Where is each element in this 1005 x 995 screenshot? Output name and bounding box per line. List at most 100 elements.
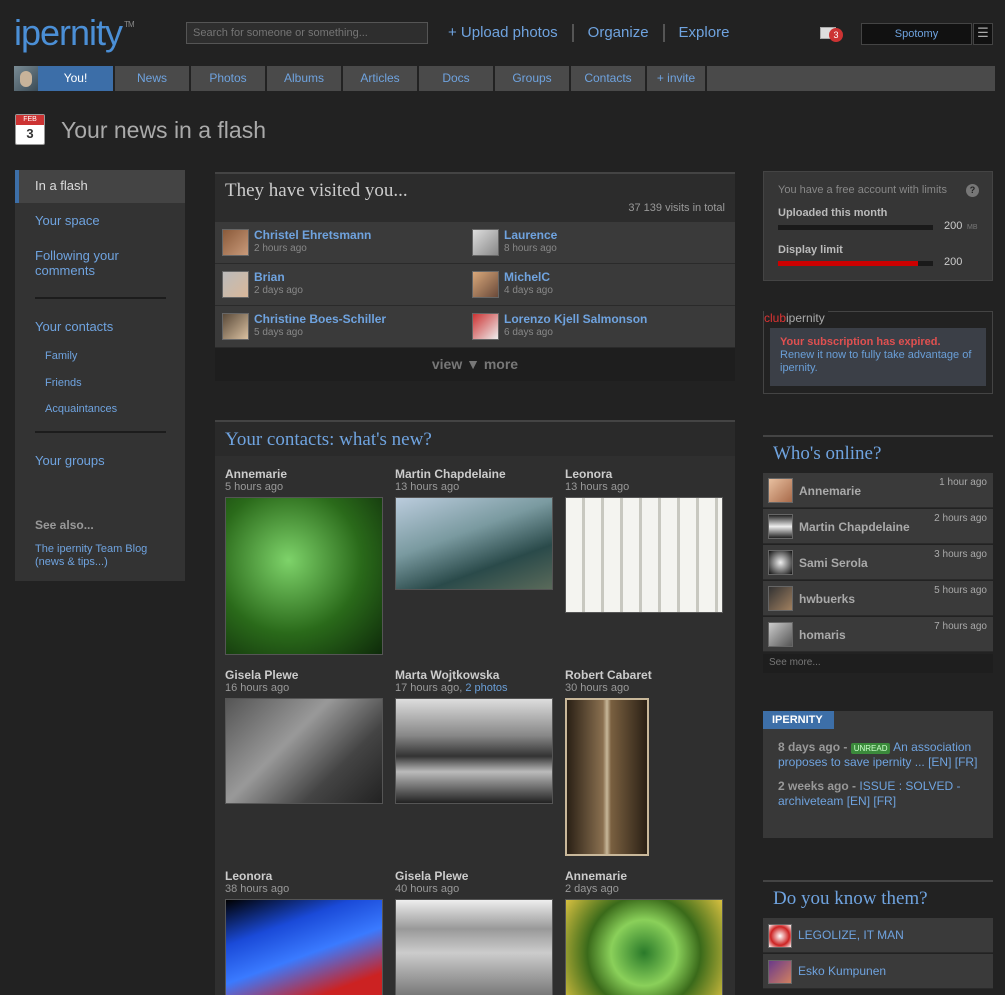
avatar[interactable] [768,960,792,984]
online-user-row[interactable]: hwbuerks 5 hours ago [763,581,993,616]
avatar[interactable] [222,271,249,298]
online-user-row[interactable]: homaris 7 hours ago [763,617,993,652]
photo-author[interactable]: Leonora [565,467,612,481]
sidebar-item-following-comments[interactable]: Following your comments [35,248,155,278]
display-limit-value: 200 [944,256,963,268]
online-user-row[interactable]: Martin Chapdelaine 2 hours ago [763,509,993,544]
news-item[interactable]: 8 days ago - UNREAD An association propo… [778,740,983,770]
visitor-item[interactable]: Lorenzo Kjell Salmonson 6 days ago [465,306,735,347]
avatar[interactable] [768,622,793,647]
menu-icon[interactable]: ☰ [973,23,993,45]
user-avatar[interactable] [14,66,38,91]
photo-author[interactable]: Robert Cabaret [565,668,652,682]
tab-invite[interactable]: + invite [647,66,707,91]
explore-link[interactable]: Explore [662,24,744,42]
suggested-contact-row[interactable]: Esko Kumpunen [763,954,993,989]
visitor-item[interactable]: Brian 2 days ago [215,264,475,305]
photo-thumbnail[interactable] [395,698,553,804]
online-user-row[interactable]: Sami Serola 3 hours ago [763,545,993,580]
visitor-name[interactable]: MichelC [504,270,550,284]
avatar[interactable] [472,229,499,256]
photo-thumbnail[interactable] [565,899,723,995]
team-blog-link[interactable]: The ipernity Team Blog (news & tips...) [35,543,175,569]
photo-author[interactable]: Leonora [225,869,272,883]
view-more-button[interactable]: view ▼ more [215,348,735,381]
user-menu-button[interactable]: Spotomy [861,23,972,45]
tab-articles[interactable]: Articles [343,66,419,91]
photo-thumbnail[interactable] [395,497,553,590]
visitor-item[interactable]: MichelC 4 days ago [465,264,735,305]
avatar[interactable] [768,514,793,539]
upload-photos-link[interactable]: + Upload photos [448,24,572,42]
visitor-name[interactable]: Laurence [504,228,557,242]
see-more-online-link[interactable]: See more... [763,654,993,673]
sidebar-item-in-a-flash[interactable]: In a flash [15,170,185,203]
organize-link[interactable]: Organize [571,24,663,42]
avatar[interactable] [222,313,249,340]
avatar[interactable] [222,229,249,256]
mail-count-badge[interactable]: 3 [829,28,843,42]
tab-docs[interactable]: Docs [419,66,495,91]
photo-thumbnail[interactable] [225,899,383,995]
sidebar-item-your-contacts[interactable]: Your contacts [35,319,113,334]
tab-news[interactable]: News [115,66,191,91]
online-user-name[interactable]: hwbuerks [799,592,855,606]
visitor-item[interactable]: Laurence 8 hours ago [465,222,735,263]
online-user-name[interactable]: Martin Chapdelaine [799,520,910,534]
photo-author[interactable]: Gisela Plewe [225,668,298,682]
avatar[interactable] [768,478,793,503]
avatar[interactable] [768,924,792,948]
online-user-name[interactable]: Annemarie [799,484,861,498]
avatar[interactable] [768,586,793,611]
suggested-contact-name[interactable]: LEGOLIZE, IT MAN [798,928,904,942]
avatar[interactable] [472,313,499,340]
renew-link[interactable]: Renew it now to fully take advantage of … [780,349,976,375]
photo-time: 40 hours ago [395,883,460,895]
tab-photos[interactable]: Photos [191,66,267,91]
visitor-name[interactable]: Christine Boes-Schiller [254,312,386,326]
visitor-item[interactable]: Christel Ehretsmann 2 hours ago [215,222,475,263]
visitor-time: 5 days ago [254,327,303,338]
visitor-item[interactable]: Christine Boes-Schiller 5 days ago [215,306,475,347]
online-user-row[interactable]: Annemarie 1 hour ago [763,473,993,508]
ipernity-logo[interactable]: ipernity TM [14,12,135,54]
contacts-news-title[interactable]: Your contacts: what's new? [225,429,432,451]
suggested-contacts-panel: Do you know them? LEGOLIZE, IT MAN Esko … [763,880,993,995]
visitor-name[interactable]: Christel Ehretsmann [254,228,371,242]
sidebar-subitem-friends[interactable]: Friends [45,377,82,389]
photo-author[interactable]: Marta Wojtkowska [395,668,499,682]
photo-time: 30 hours ago [565,682,630,694]
photo-thumbnail[interactable] [395,899,553,995]
search-input[interactable] [186,22,428,44]
photo-author[interactable]: Martin Chapdelaine [395,467,506,481]
sidebar-subitem-acquaintances[interactable]: Acquaintances [45,403,117,415]
tab-contacts[interactable]: Contacts [571,66,647,91]
photo-author[interactable]: Gisela Plewe [395,869,468,883]
tab-groups[interactable]: Groups [495,66,571,91]
photo-author[interactable]: Annemarie [565,869,627,883]
visitor-name[interactable]: Lorenzo Kjell Salmonson [504,312,647,326]
suggested-contact-name[interactable]: Esko Kumpunen [798,964,886,978]
online-user-name[interactable]: homaris [799,628,846,642]
photo-author[interactable]: Annemarie [225,467,287,481]
tab-albums[interactable]: Albums [267,66,343,91]
photo-thumbnail[interactable] [565,698,649,856]
photo-thumbnail[interactable] [225,698,383,804]
sidebar-item-your-space[interactable]: Your space [35,213,100,228]
sidebar-item-your-groups[interactable]: Your groups [35,453,105,468]
online-user-name[interactable]: Sami Serola [799,556,868,570]
suggested-contact-row[interactable]: LEGOLIZE, IT MAN [763,918,993,953]
photo-thumbnail[interactable] [565,497,723,613]
sidebar-subitem-family[interactable]: Family [45,350,77,362]
news-tab-label[interactable]: IPERNITY [763,711,834,729]
visitor-name[interactable]: Brian [254,270,285,284]
photo-thumbnail[interactable] [225,497,383,655]
avatar[interactable] [472,271,499,298]
avatar[interactable] [768,550,793,575]
subscription-message[interactable]: Your subscription has expired. Renew it … [770,328,986,386]
photo-count-link[interactable]: 2 photos [465,682,507,694]
news-item[interactable]: 2 weeks ago - ISSUE : SOLVED - archivete… [778,779,983,809]
help-icon[interactable]: ? [966,184,979,197]
ipernity-news-box: IPERNITY 8 days ago - UNREAD An associat… [763,711,993,838]
tab-you[interactable]: You! [38,66,115,91]
